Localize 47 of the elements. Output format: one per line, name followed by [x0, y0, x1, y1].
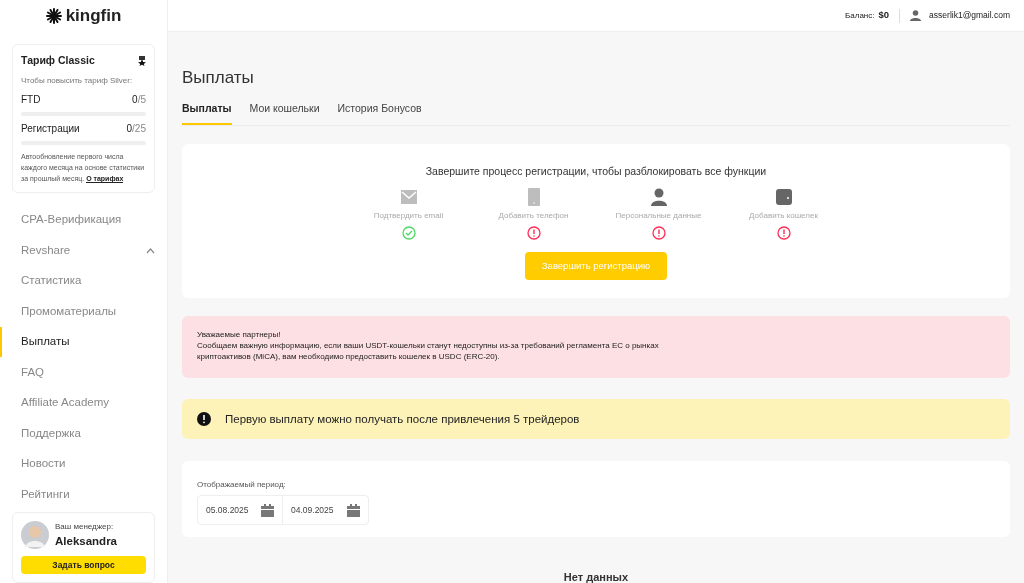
envelope-icon [400, 190, 417, 204]
metric-label: Регистрации [21, 121, 80, 136]
period-label: Отображаемый период: [197, 479, 287, 492]
notice-heading: Уважаемые партнеры! [197, 329, 282, 341]
balance-value: $0 [878, 8, 890, 23]
medal-icon [138, 55, 146, 66]
chevron-icon [146, 247, 155, 254]
logo-text: kingfin [65, 5, 122, 28]
user-icon[interactable] [910, 10, 922, 21]
nav-item[interactable]: FAQ [0, 357, 155, 388]
alert-icon [197, 412, 211, 427]
tab[interactable]: Выплаты [182, 100, 232, 126]
nav-item[interactable]: Новости [0, 448, 155, 480]
step-label: Подтвердить email [373, 210, 444, 222]
tab[interactable]: Мои кошельки [249, 100, 320, 126]
page-title: Выплаты [182, 67, 255, 89]
step-label: Персональные данные [615, 210, 702, 222]
logo-icon [45, 8, 62, 24]
metric-value: 0/25 [126, 121, 146, 136]
nav-item[interactable]: CPA-Верификация [0, 204, 155, 236]
wallet-icon [775, 189, 792, 205]
avatar [21, 521, 49, 550]
empty-state-text: Нет данных [563, 570, 629, 583]
metric-value: 0/5 [132, 92, 146, 107]
warning-text: Первую выплату можно получать после привлечения 5 трейдеров [225, 411, 580, 427]
user-email[interactable]: asserlik1@gmail.com [929, 9, 1010, 22]
ask-question-button[interactable]: Задать вопрос [21, 556, 146, 574]
nav-item[interactable]: Выплаты [0, 326, 155, 358]
tab[interactable]: История Бонусов [337, 100, 422, 126]
user-icon [650, 188, 667, 206]
nav-item[interactable]: Рейтинги [0, 479, 155, 510]
tariff-title: Тариф Classic [21, 53, 95, 68]
nav-item[interactable]: Поддержка [0, 418, 155, 449]
step-label: Добавить кошелек [749, 210, 818, 222]
phone-icon [527, 188, 540, 206]
tariff-subtitle: Чтобы повысить тариф Silver: [21, 74, 134, 87]
nav-item[interactable]: Статистика [0, 265, 155, 297]
nav-item[interactable]: Промоматериалы [0, 296, 155, 327]
notice-text: Сообщаем важную информацию, если ваши USDT-кошельки станут недоступны из-за требований регламента ЕС о рынках криптоактивов (MiCA), вам необходимо предоставить кошелек в USDC (ERC-20). [197, 340, 660, 363]
step-label: Добавить телефон [498, 210, 569, 222]
balance-label: Баланс: [845, 9, 875, 22]
manager-caption: Ваш менеджер: [55, 520, 115, 533]
manager-name: Aleksandra [55, 533, 117, 549]
registration-title: Завершите процесс регистрации, чтобы разблокировать все функции [425, 164, 767, 180]
nav-item[interactable]: Affiliate Academy [0, 387, 155, 419]
metric-label: FTD [21, 92, 41, 107]
nav-item[interactable]: Revshare [0, 235, 155, 266]
